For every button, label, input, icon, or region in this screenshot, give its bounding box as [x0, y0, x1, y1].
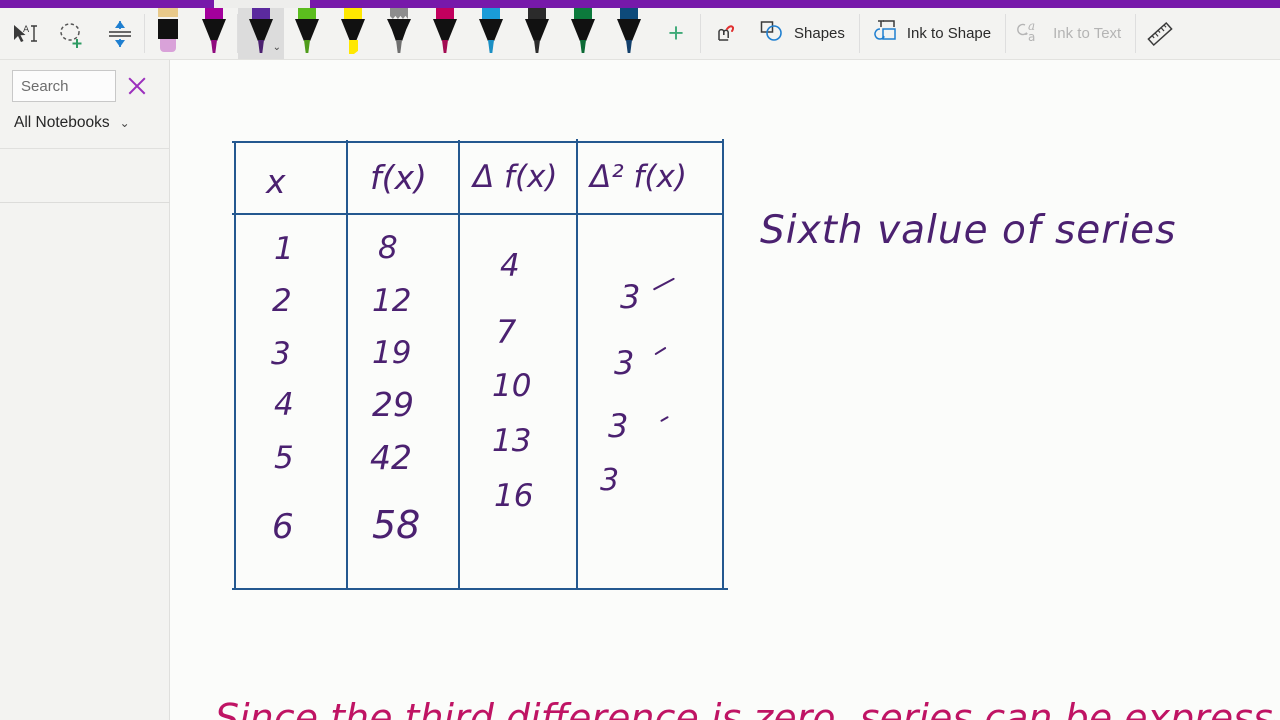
table-cell-delta2-fx: 3: [620, 278, 641, 316]
check-tick-mark: [652, 277, 676, 291]
shapes-label: Shapes: [794, 25, 845, 42]
table-rule-vertical: [458, 140, 460, 588]
table-cell-fx: 58: [372, 503, 421, 547]
ruler-icon[interactable]: [1136, 8, 1184, 59]
check-tick-mark: [660, 415, 669, 423]
table-rule-horizontal: [232, 588, 728, 590]
table-cell-fx: 42: [370, 438, 412, 477]
pen-pen-purple[interactable]: ⌄: [238, 8, 284, 59]
highlighter-yellow-icon: [340, 8, 366, 54]
table-rule-vertical: [576, 139, 578, 589]
pen-pen-light-blue[interactable]: [468, 8, 514, 59]
ink-to-shape-icon: [870, 18, 898, 49]
pen-dark-green-icon: [570, 8, 596, 54]
pen-pen-navy[interactable]: [606, 8, 652, 59]
pen-purple-icon: [248, 8, 274, 54]
table-cell-x: 1: [274, 231, 294, 267]
draw-ribbon: A ⌄ + Shapes Ink to Shape a a Ink to Tex…: [0, 8, 1280, 60]
close-icon[interactable]: [124, 73, 150, 99]
search-scope-dropdown[interactable]: All Notebooks ⌄: [14, 114, 159, 132]
search-pane: All Notebooks ⌄: [0, 60, 169, 132]
table-cell-x: 3: [271, 336, 291, 372]
add-pen-button[interactable]: +: [652, 8, 700, 59]
check-tick-mark: [654, 346, 667, 356]
table-rule-vertical: [234, 143, 236, 590]
table-rule-vertical: [722, 139, 724, 589]
pencil-grey-icon: [386, 8, 412, 54]
search-sidebar: All Notebooks ⌄: [0, 60, 170, 720]
plus-icon: +: [668, 18, 684, 48]
lasso-text-select-icon[interactable]: A: [0, 8, 48, 59]
pen-highlighter-yellow[interactable]: [330, 8, 376, 59]
table-cell-fx: 8: [378, 230, 398, 266]
search-row: [12, 70, 159, 102]
table-header-delta-fx: Δ f(x): [473, 159, 558, 195]
svg-text:A: A: [23, 25, 30, 35]
pen-green-icon: [294, 8, 320, 54]
selection-tool-group: A: [0, 8, 144, 59]
shapes-icon: [759, 19, 785, 48]
ink-to-text-label: Ink to Text: [1053, 25, 1122, 42]
table-rule-horizontal: [232, 213, 722, 215]
table-header-delta2-fx: Δ² f(x): [590, 159, 687, 195]
search-input[interactable]: [12, 70, 116, 102]
handwritten-note-bottom-text: Since the third difference is zero, seri…: [215, 696, 1275, 720]
table-cell-fx: 29: [372, 385, 414, 424]
chevron-down-icon: ⌄: [119, 116, 130, 130]
table-cell-delta-fx: 16: [494, 478, 534, 514]
pen-pen-black[interactable]: [514, 8, 560, 59]
ink-to-shape-button[interactable]: Ink to Shape: [860, 8, 1005, 59]
pen-magenta-icon: [201, 8, 227, 54]
ink-to-text-icon: a a: [1016, 18, 1044, 49]
table-cell-delta-fx: 10: [492, 368, 532, 404]
table-cell-delta2-fx: 3: [608, 407, 629, 445]
pen-pen-magenta[interactable]: [191, 8, 237, 59]
table-cell-x: 6: [272, 507, 294, 547]
table-rule-horizontal: [232, 141, 722, 143]
title-bar: [0, 0, 1280, 8]
eraser-icon: [155, 8, 181, 54]
ink-to-text-button[interactable]: a a Ink to Text: [1006, 8, 1135, 59]
note-canvas[interactable]: x f(x) Δ f(x) Δ² f(x) 1 2 3 4 5 6 8 12 1…: [170, 60, 1280, 720]
svg-text:a: a: [1028, 30, 1035, 44]
pen-pen-crimson[interactable]: [422, 8, 468, 59]
table-cell-delta2-fx: 3: [614, 344, 635, 382]
pen-pen-green[interactable]: [284, 8, 330, 59]
table-cell-delta-fx: 4: [500, 248, 520, 284]
table-rule-vertical: [346, 140, 348, 590]
pen-pen-dark-green[interactable]: [560, 8, 606, 59]
search-scope-label: All Notebooks: [14, 114, 110, 131]
pen-pencil-grey[interactable]: [376, 8, 422, 59]
table-header-x: x: [266, 162, 286, 201]
table-cell-x: 4: [274, 387, 294, 423]
table-header-fx: f(x): [370, 158, 427, 197]
pen-group: ⌄: [145, 8, 652, 59]
sidebar-divider: [0, 202, 170, 203]
handwritten-note: Sixth value of series: [760, 208, 1177, 253]
pen-black-icon: [524, 8, 550, 54]
ink-to-shape-label: Ink to Shape: [906, 25, 992, 42]
table-cell-delta2-fx: 3: [600, 463, 620, 498]
shapes-button[interactable]: Shapes: [749, 8, 859, 59]
table-cell-delta-fx: 13: [492, 423, 532, 459]
sidebar-divider: [0, 148, 170, 149]
table-cell-delta-fx: 7: [496, 313, 517, 351]
chevron-down-icon[interactable]: ⌄: [273, 42, 281, 53]
lasso-select-icon[interactable]: [48, 8, 96, 59]
pen-light-blue-icon: [478, 8, 504, 54]
table-cell-x: 2: [272, 283, 292, 319]
pen-navy-icon: [616, 8, 642, 54]
pen-eraser[interactable]: [145, 8, 191, 59]
insert-space-icon[interactable]: [96, 8, 144, 59]
ink-table: x f(x) Δ f(x) Δ² f(x) 1 2 3 4 5 6 8 12 1…: [230, 135, 730, 590]
table-cell-fx: 19: [372, 335, 412, 371]
handwritten-note-bottom: Since the third difference is zero, seri…: [215, 696, 1275, 720]
ink-replay-icon[interactable]: [701, 8, 749, 59]
title-bar-gap: [214, 0, 310, 8]
table-cell-x: 5: [274, 440, 294, 476]
table-cell-fx: 12: [372, 283, 412, 319]
pen-crimson-icon: [432, 8, 458, 54]
